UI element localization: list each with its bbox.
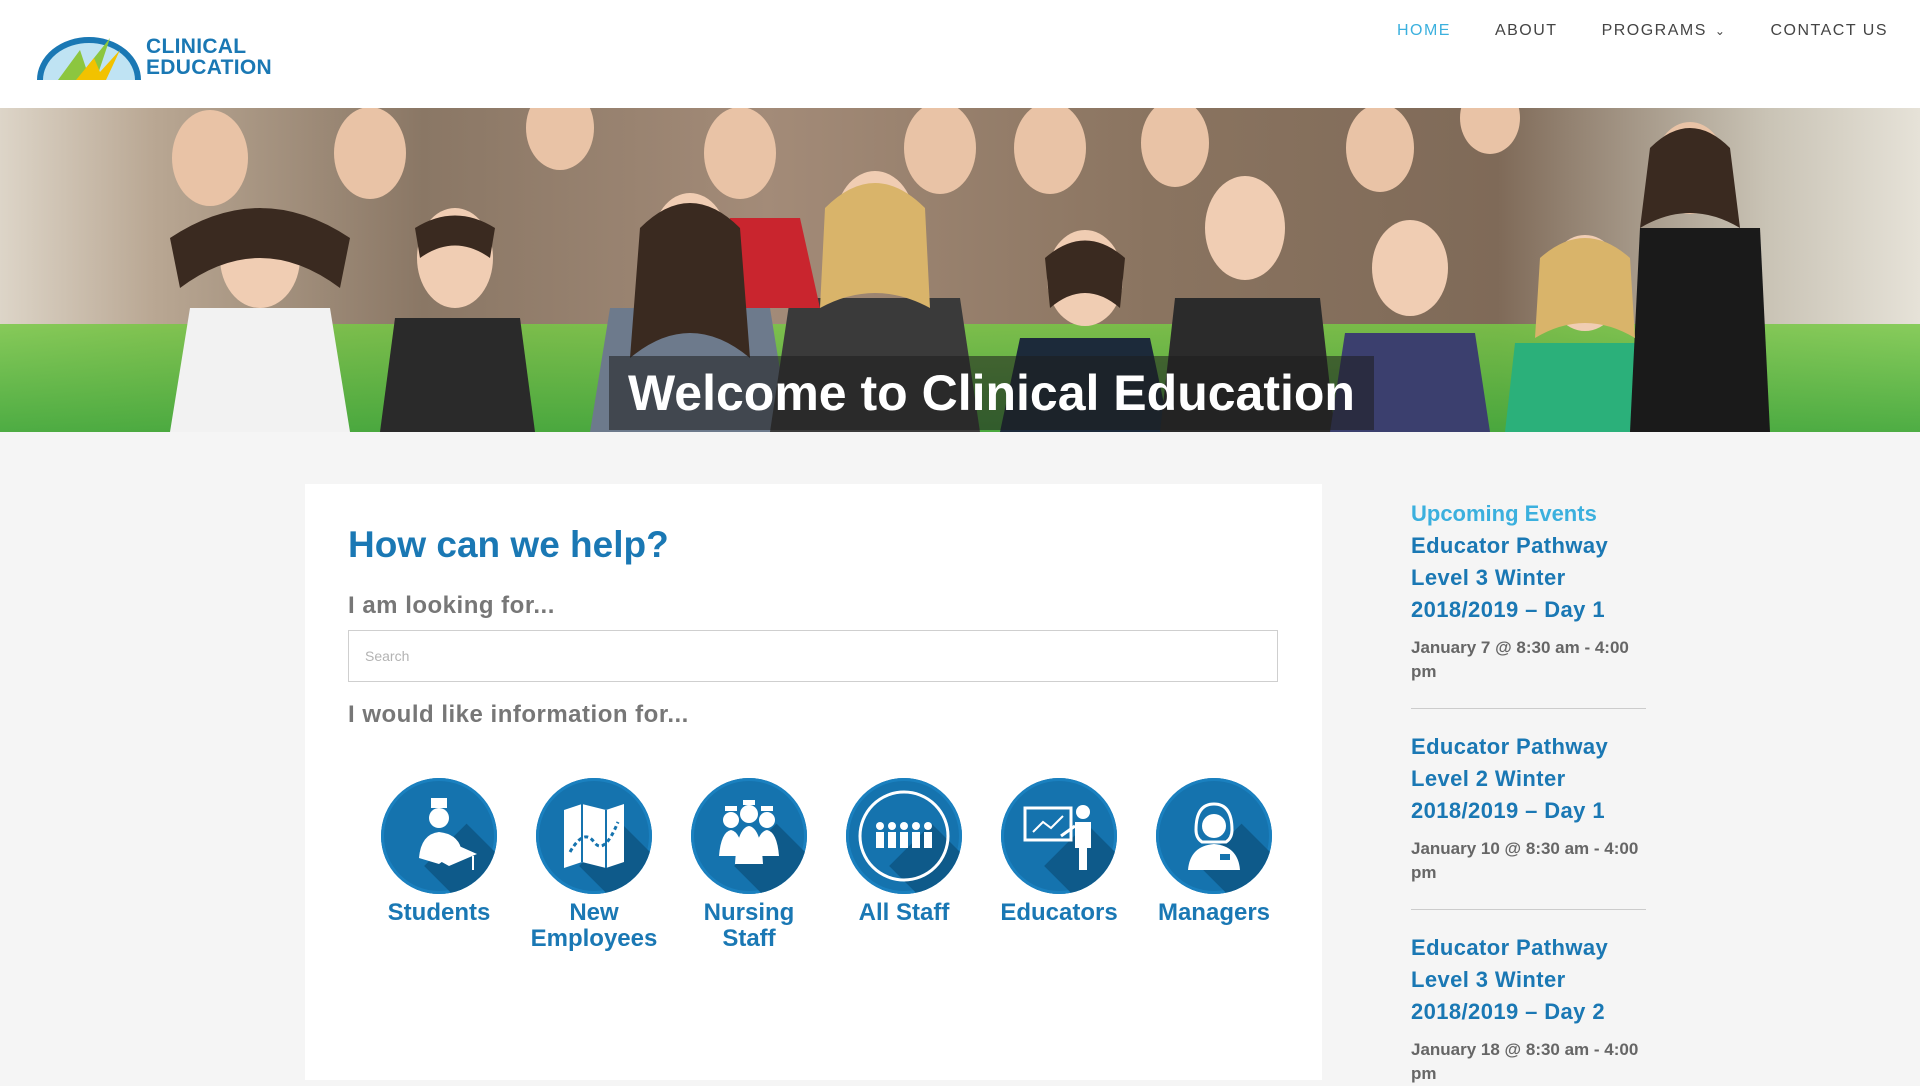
event-date-3: January 18 @ 8:30 am - 4:00 pm [1411, 1040, 1639, 1083]
help-title: How can we help? [348, 524, 669, 565]
category-students[interactable]: Students [364, 778, 514, 926]
logo-line-2: EDUCATION [146, 56, 272, 79]
logo-line-1: CLINICAL [146, 35, 247, 58]
event-title-3[interactable]: Educator Pathway Level 3 Winter 2018/201… [1411, 932, 1651, 1028]
logo-mark-icon [36, 37, 142, 86]
upcoming-events-title: Upcoming Events [1411, 501, 1597, 526]
upcoming-events-sidebar: Upcoming Events Educator Pathway Level 3… [1411, 498, 1651, 1086]
category-new-employees[interactable]: New Employees [519, 778, 669, 952]
looking-for-label: I am looking for... [348, 592, 555, 619]
help-card: How can we help? I am looking for... I w… [305, 484, 1322, 1080]
nav-item-contact[interactable]: CONTACT US [1770, 22, 1888, 40]
category-nursing-staff[interactable]: Nursing Staff [674, 778, 824, 952]
category-label-nursing-staff: Nursing Staff [703, 899, 795, 952]
nav-item-about[interactable]: ABOUT [1495, 22, 1558, 40]
event-date-2: January 10 @ 8:30 am - 4:00 pm [1411, 839, 1639, 882]
hero-title: Welcome to Clinical Education [628, 365, 1355, 421]
logo-text: CLINICAL EDUCATION [146, 36, 272, 78]
nav-item-programs[interactable]: PROGRAMS ⌄ [1602, 22, 1727, 40]
hero-banner: Welcome to Clinical Education [0, 108, 1920, 432]
nav-item-home[interactable]: HOME [1397, 22, 1451, 40]
new-employees-circle [536, 778, 652, 894]
map-icon [564, 804, 624, 868]
presenter-board-icon [1023, 805, 1091, 870]
event-divider [1411, 708, 1646, 709]
managers-circle [1156, 778, 1272, 894]
category-label-educators: Educators [1000, 899, 1118, 926]
all-staff-circle [846, 778, 962, 894]
staff-group-icon [858, 790, 950, 882]
category-educators[interactable]: Educators [984, 778, 1134, 926]
category-all-staff[interactable]: All Staff [829, 778, 979, 926]
info-for-label: I would like information for... [348, 701, 689, 728]
event-title-1[interactable]: Educator Pathway Level 3 Winter 2018/201… [1411, 530, 1651, 626]
manager-icon [1188, 802, 1240, 870]
student-graduate-icon [419, 798, 477, 870]
search-input[interactable] [348, 630, 1278, 682]
nursing-staff-circle [691, 778, 807, 894]
category-label-managers: Managers [1157, 899, 1271, 926]
chevron-down-icon: ⌄ [1714, 24, 1727, 38]
category-label-new-employees: New Employees [530, 899, 658, 952]
category-managers[interactable]: Managers [1139, 778, 1289, 926]
nav-item-programs-label: PROGRAMS [1601, 22, 1707, 39]
educators-circle [1001, 778, 1117, 894]
students-circle [381, 778, 497, 894]
nurses-group-icon [719, 800, 779, 864]
main-nav: HOME ABOUT PROGRAMS ⌄ CONTACT US [1353, 22, 1888, 40]
event-title-2[interactable]: Educator Pathway Level 2 Winter 2018/201… [1411, 731, 1651, 827]
category-label-students: Students [387, 899, 491, 926]
event-date-1: January 7 @ 8:30 am - 4:00 pm [1411, 638, 1629, 681]
event-divider [1411, 909, 1646, 910]
site-header: CLINICAL EDUCATION HOME ABOUT PROGRAMS ⌄… [0, 0, 1920, 108]
site-logo[interactable]: CLINICAL EDUCATION [36, 28, 272, 86]
audience-categories: Students New Employees Nursing Staff All… [364, 778, 1272, 968]
category-label-all-staff: All Staff [858, 899, 950, 926]
